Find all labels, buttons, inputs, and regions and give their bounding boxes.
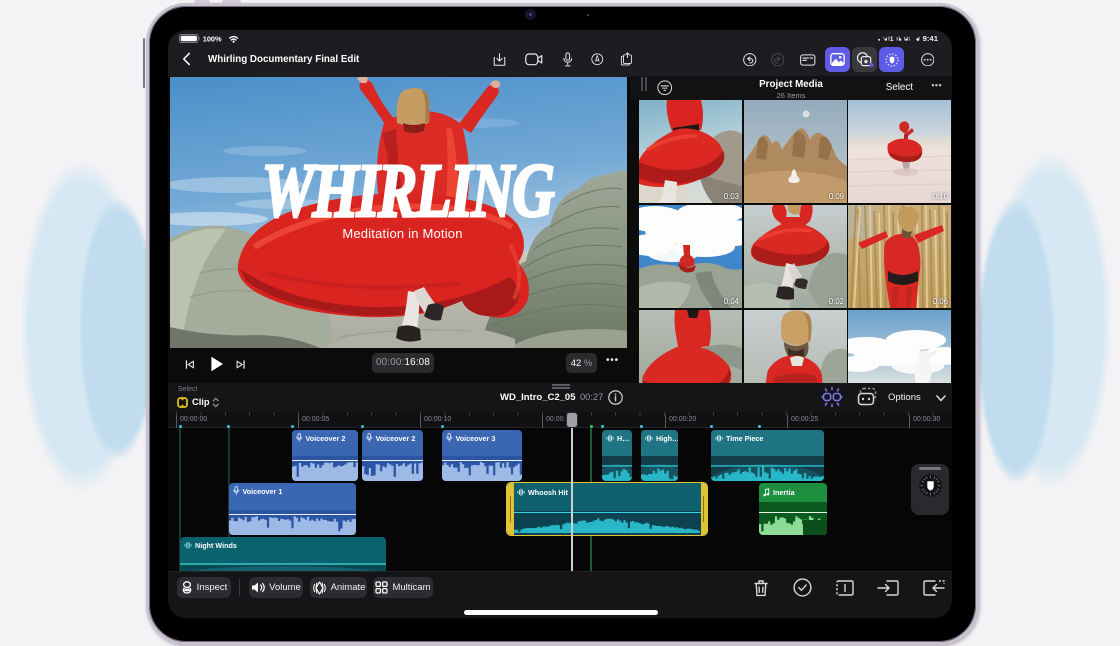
svg-text:9:41: 9:41: [923, 34, 938, 42]
svg-text:1: 1: [890, 36, 894, 42]
svg-text:100%: 100%: [203, 34, 222, 43]
